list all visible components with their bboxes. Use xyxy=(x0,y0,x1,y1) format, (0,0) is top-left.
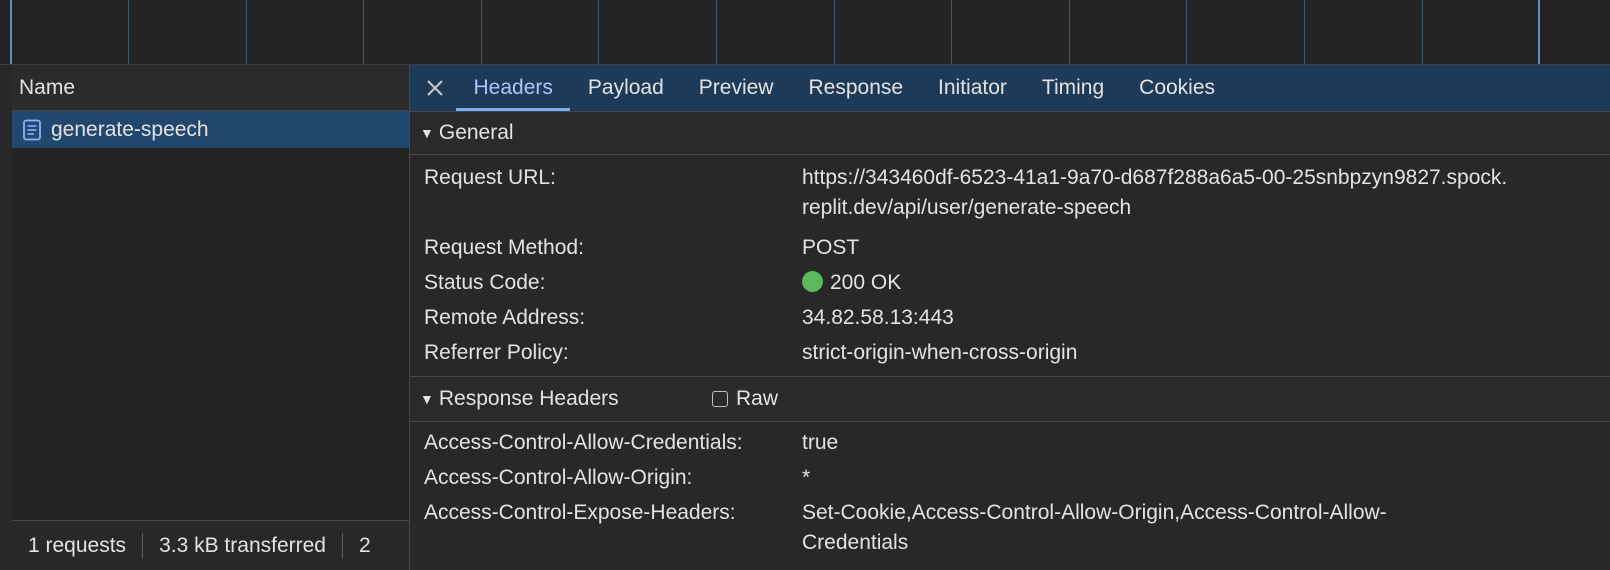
general-section-header[interactable]: ▼ General xyxy=(410,112,1610,155)
header-key: Remote Address: xyxy=(424,306,586,329)
header-row: Access-Control-Allow-Credentials: true xyxy=(410,427,1610,462)
header-key: Referrer Policy: xyxy=(424,341,569,364)
tab-headers[interactable]: Headers xyxy=(456,65,571,111)
tab-payload[interactable]: Payload xyxy=(570,65,681,111)
status-code-value: 200 OK xyxy=(802,271,901,295)
header-row: Request URL: https://343460df-6523-41a1-… xyxy=(410,162,1610,232)
request-row[interactable]: generate-speech xyxy=(12,111,409,148)
resources-size: 2 xyxy=(358,533,371,557)
header-value: strict-origin-when-cross-origin xyxy=(802,341,1078,364)
raw-label: Raw xyxy=(736,387,779,410)
name-column-header[interactable]: Name xyxy=(12,65,409,111)
timeline-gridline xyxy=(481,0,482,64)
close-icon[interactable] xyxy=(414,65,456,111)
timeline-gridline xyxy=(246,0,247,64)
tab-cookies[interactable]: Cookies xyxy=(1122,65,1233,111)
raw-toggle[interactable]: Raw xyxy=(712,387,778,411)
timeline-overview[interactable] xyxy=(0,0,1610,65)
collapse-triangle-icon: ▼ xyxy=(420,391,434,407)
timeline-gridline xyxy=(1069,0,1070,64)
response-headers-title: Response Headers xyxy=(438,387,619,410)
general-section-title: General xyxy=(438,121,514,144)
timeline-gridline xyxy=(598,0,599,64)
timeline-edge xyxy=(10,0,12,64)
header-row: Remote Address: 34.82.58.13:443 xyxy=(410,302,1610,337)
status-code-text: 200 OK xyxy=(830,271,902,294)
request-url-value[interactable]: https://343460df-6523-41a1-9a70-d687f288… xyxy=(802,166,1507,225)
request-name: generate-speech xyxy=(51,117,209,141)
header-key: Access-Control-Allow-Origin: xyxy=(424,466,693,489)
value-line: Set-Cookie,Access-Control-Allow-Origin,A… xyxy=(802,501,1387,524)
document-icon xyxy=(22,119,42,141)
header-value: POST xyxy=(802,236,860,259)
timeline-gridline xyxy=(1422,0,1423,64)
header-row: Request Method: POST xyxy=(410,232,1610,267)
timeline-gridline xyxy=(363,0,364,64)
response-headers-section-header[interactable]: ▼ Response Headers Raw xyxy=(410,377,1610,422)
name-column-label: Name xyxy=(19,75,76,99)
header-row: Access-Control-Allow-Origin: * xyxy=(410,462,1610,497)
status-divider xyxy=(142,532,144,559)
url-line: replit.dev/api/user/generate-speech xyxy=(802,196,1132,219)
details-tab-bar: Headers Payload Preview Response Initiat… xyxy=(410,65,1610,112)
tab-preview[interactable]: Preview xyxy=(681,65,791,111)
general-section-body: Request URL: https://343460df-6523-41a1-… xyxy=(410,155,1610,377)
status-ok-icon xyxy=(802,271,823,292)
header-key: Access-Control-Expose-Headers: xyxy=(424,501,736,524)
header-value: Set-Cookie,Access-Control-Allow-Origin,A… xyxy=(802,501,1387,560)
request-list-pane: Name generate-speech 1 requests 3.3 kB t… xyxy=(12,65,410,570)
network-summary-bar: 1 requests 3.3 kB transferred 2 xyxy=(12,520,409,570)
tab-timing[interactable]: Timing xyxy=(1024,65,1121,111)
header-row: Access-Control-Expose-Headers: Set-Cooki… xyxy=(410,497,1610,567)
header-row: Referrer Policy: strict-origin-when-cros… xyxy=(410,337,1610,372)
transferred-size: 3.3 kB transferred xyxy=(159,533,326,557)
response-headers-body: Access-Control-Allow-Credentials: true A… xyxy=(410,422,1610,567)
header-value: true xyxy=(802,431,839,454)
timeline-edge xyxy=(1538,0,1540,64)
timeline-gridline xyxy=(716,0,717,64)
value-line: Credentials xyxy=(802,531,909,554)
timeline-gridline xyxy=(951,0,952,64)
header-value: 34.82.58.13:443 xyxy=(802,306,954,329)
request-count: 1 requests xyxy=(28,533,127,557)
timeline-gridline xyxy=(1186,0,1187,64)
header-key: Access-Control-Allow-Credentials: xyxy=(424,431,743,454)
request-details-pane: Headers Payload Preview Response Initiat… xyxy=(410,65,1610,570)
url-line: https://343460df-6523-41a1-9a70-d687f288… xyxy=(802,166,1508,189)
header-key: Request Method: xyxy=(424,236,584,259)
status-divider xyxy=(341,532,343,559)
tab-response[interactable]: Response xyxy=(791,65,921,111)
tab-initiator[interactable]: Initiator xyxy=(921,65,1025,111)
timeline-gridline xyxy=(834,0,835,64)
header-row: Status Code: 200 OK xyxy=(410,267,1610,302)
header-key: Request URL: xyxy=(424,166,556,189)
collapse-triangle-icon: ▼ xyxy=(420,125,434,141)
header-key: Status Code: xyxy=(424,271,546,294)
header-value: * xyxy=(802,466,811,489)
raw-checkbox[interactable] xyxy=(712,391,728,407)
timeline-gridline xyxy=(128,0,129,64)
timeline-gridline xyxy=(1304,0,1305,64)
